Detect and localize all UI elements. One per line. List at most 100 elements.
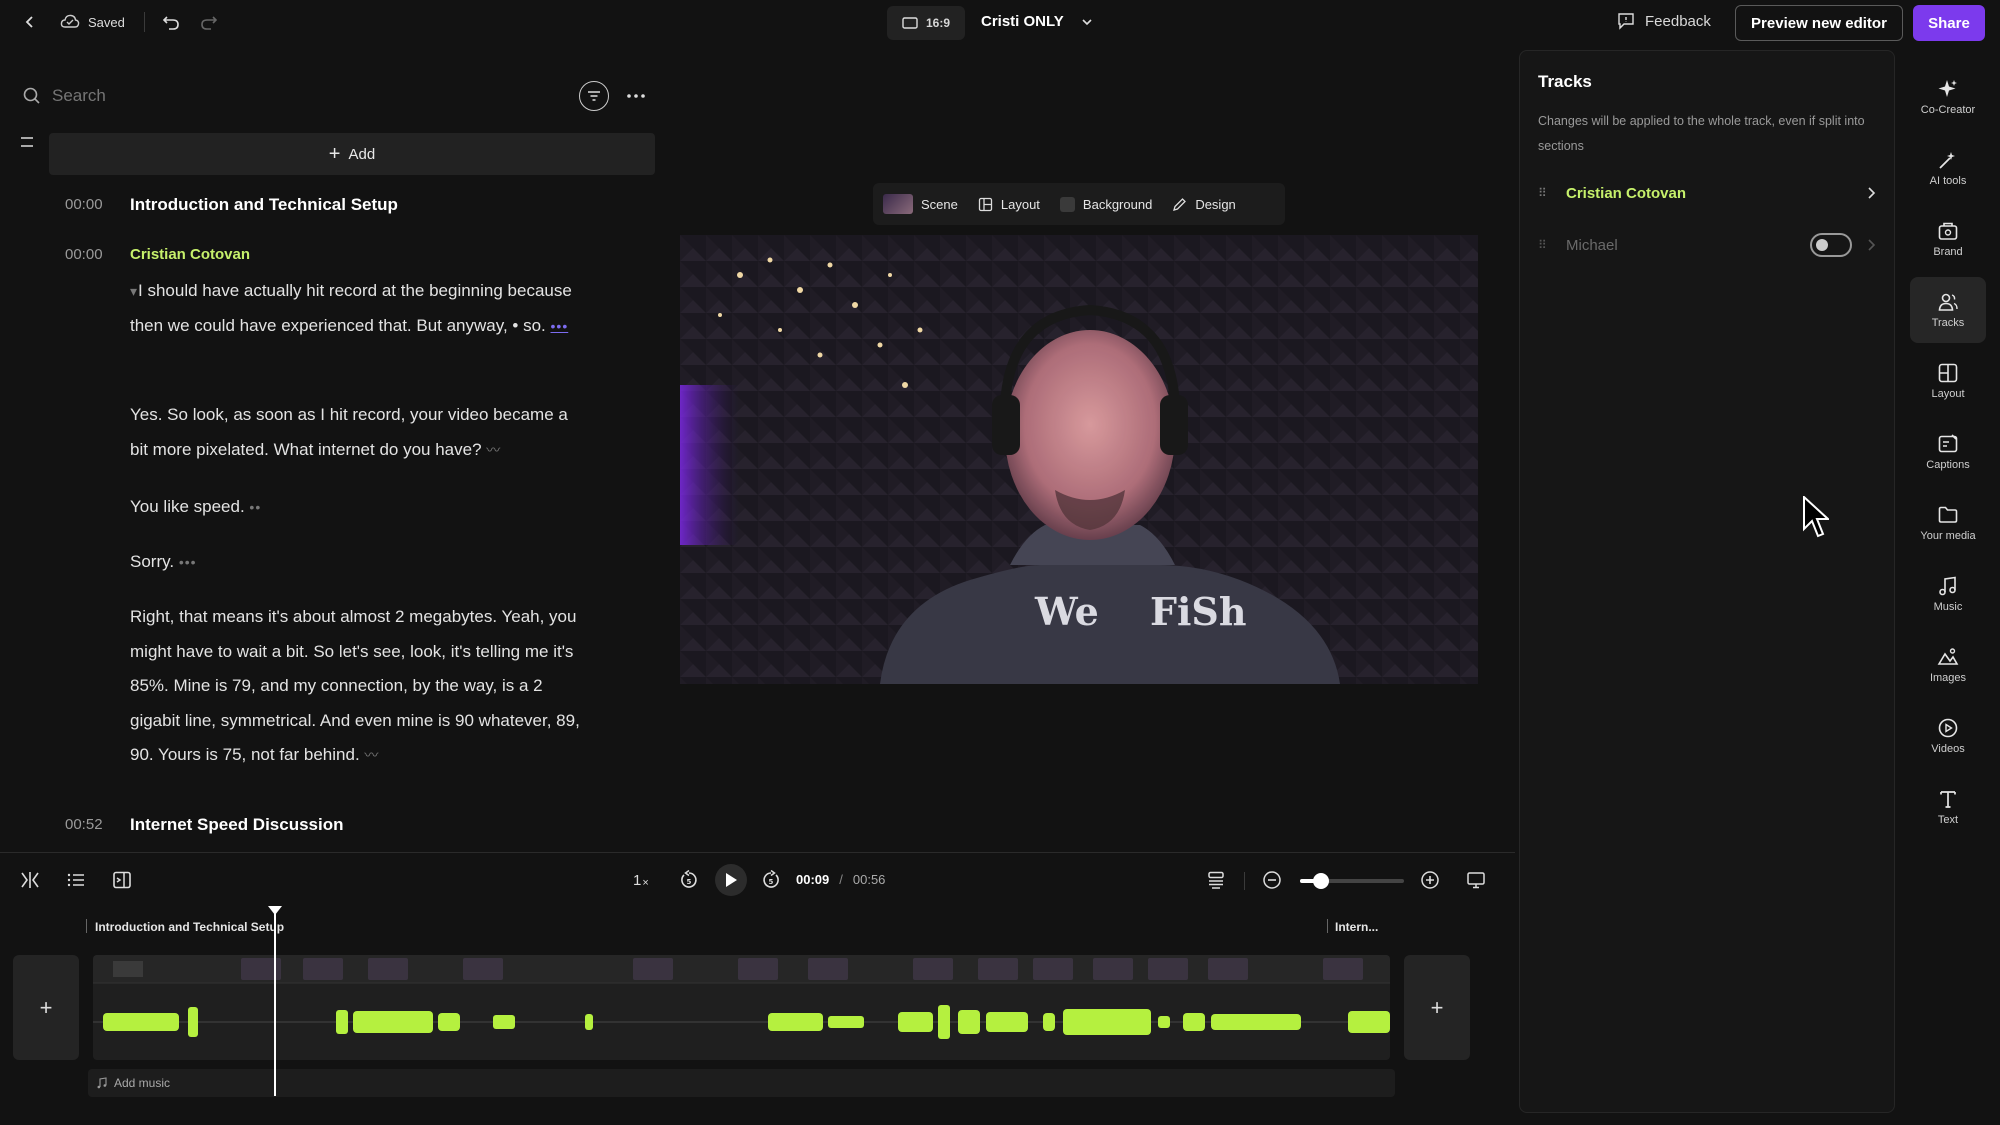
total-time: 00:56 [852, 872, 886, 887]
back-button[interactable] [22, 14, 38, 30]
redo-button[interactable] [199, 12, 219, 32]
track-toggle[interactable] [1810, 233, 1852, 257]
transcript-paragraph[interactable]: Sorry. ••• [130, 545, 590, 580]
display-button[interactable] [1466, 870, 1486, 890]
rail-brand[interactable]: Brand [1910, 206, 1986, 272]
section-heading[interactable]: Internet Speed Discussion [130, 815, 344, 835]
tool-rail: Co-Creator AI tools Brand Tracks Layout … [1900, 50, 2000, 1125]
cursor-arrow-icon [1803, 496, 1829, 538]
rail-co-creator[interactable]: Co-Creator [1910, 64, 1986, 130]
add-clip-after-button[interactable]: + [1404, 955, 1470, 1060]
filter-icon [588, 91, 600, 101]
rail-layout[interactable]: Layout [1910, 348, 1986, 414]
paragraph-text: You like speed. [130, 497, 245, 516]
cloud-check-icon [60, 14, 80, 28]
track-row-michael[interactable]: ⠿ Michael [1538, 225, 1878, 265]
add-music-label: Add music [114, 1076, 171, 1090]
project-selector[interactable]: Cristi ONLY [981, 13, 1094, 30]
background-button[interactable]: Background [1050, 196, 1162, 212]
pause-marker: ••• [550, 317, 569, 334]
rail-tracks[interactable]: Tracks [1910, 277, 1986, 343]
playhead-handle[interactable] [268, 906, 282, 915]
speed-multiplier: × [642, 877, 649, 889]
layout-button[interactable]: Layout [968, 197, 1050, 212]
pencil-icon [1173, 197, 1187, 211]
toggle-knob [1816, 239, 1828, 251]
undo-button[interactable] [161, 12, 181, 32]
pause-marker: •• [249, 499, 262, 515]
playhead[interactable] [268, 906, 282, 1096]
chapter-marker [86, 919, 87, 933]
aspect-ratio-button[interactable]: 16:9 [887, 6, 965, 40]
more-horizontal-icon [627, 94, 645, 98]
monitor-icon [1467, 872, 1485, 889]
zoom-slider[interactable] [1300, 873, 1404, 889]
transcript-paragraph[interactable]: You like speed. •• [130, 490, 590, 525]
drag-handle-icon[interactable]: ⠿ [1538, 186, 1566, 200]
panel-toggle-button[interactable] [112, 870, 132, 890]
play-button[interactable] [715, 864, 747, 896]
zoom-slider-knob[interactable] [1312, 873, 1329, 889]
chevron-left-icon [25, 16, 33, 28]
chapter-label[interactable]: Introduction and Technical Setup [95, 920, 284, 934]
video-track[interactable] [93, 955, 1390, 1060]
rail-ai-tools[interactable]: AI tools [1910, 135, 1986, 201]
timeline-divider [0, 852, 1515, 853]
rail-label: Text [1937, 814, 1959, 826]
rail-label: Tracks [1931, 317, 1965, 329]
zoom-out-button[interactable] [1262, 870, 1282, 890]
rail-music[interactable]: Music [1910, 561, 1986, 627]
forward-5-button[interactable]: 5 [761, 870, 781, 890]
rail-text[interactable]: Text [1910, 774, 1986, 840]
time-display: 00:09 / 00:56 [796, 872, 885, 887]
preview-new-editor-button[interactable]: Preview new editor [1735, 5, 1903, 41]
rewind-5-button[interactable]: 5 [679, 870, 699, 890]
feedback-button[interactable]: Feedback [1617, 12, 1711, 30]
section-timestamp[interactable]: 00:00 [65, 196, 103, 213]
add-button[interactable]: + Add [49, 133, 655, 175]
chapter-label[interactable]: Intern... [1335, 920, 1378, 934]
drag-handle-icon[interactable]: ⠿ [1538, 238, 1566, 252]
list-icon [67, 873, 84, 887]
add-music-row[interactable]: Add music [88, 1069, 1395, 1097]
collapse-toggle[interactable] [20, 134, 34, 150]
track-name: Cristian Cotovan [1566, 184, 1687, 202]
rail-label: Layout [1931, 388, 1965, 400]
tracks-title: Tracks [1538, 72, 1592, 91]
aspect-ratio-label: 16:9 [925, 16, 951, 30]
filter-button[interactable] [579, 81, 609, 111]
section-timestamp[interactable]: 00:52 [65, 816, 103, 833]
captions-toggle-button[interactable] [1206, 870, 1226, 890]
design-button[interactable]: Design [1162, 197, 1245, 212]
transcript-paragraph[interactable]: ▾I should have actually hit record at th… [130, 274, 590, 343]
chapters-button[interactable] [66, 870, 86, 890]
layout-label: Layout [1000, 196, 1040, 212]
split-button[interactable] [19, 870, 41, 890]
aspect-ratio-icon [902, 17, 918, 29]
speed-value: 1 [633, 872, 642, 889]
more-options-button[interactable] [626, 88, 646, 104]
folder-icon [1938, 506, 1958, 523]
add-clip-before-button[interactable]: + [13, 955, 79, 1060]
track-row-cristian[interactable]: ⠿ Cristian Cotovan [1538, 173, 1878, 213]
section-heading[interactable]: Introduction and Technical Setup [130, 195, 398, 215]
rail-your-media[interactable]: Your media [1910, 490, 1986, 556]
rail-captions[interactable]: Captions [1910, 419, 1986, 485]
transcript-paragraph[interactable]: Yes. So look, as soon as I hit record, y… [130, 398, 590, 467]
rail-images[interactable]: Images [1910, 632, 1986, 698]
rail-label: Brand [1933, 246, 1963, 258]
video-preview[interactable]: We FiSh [680, 235, 1478, 684]
scene-button[interactable]: Scene [873, 194, 968, 214]
rail-videos[interactable]: Videos [1910, 703, 1986, 769]
zoom-out-icon [1263, 871, 1281, 889]
transcript-paragraph[interactable]: Right, that means it's about almost 2 me… [130, 600, 590, 773]
speaker-timestamp[interactable]: 00:00 [65, 246, 103, 263]
search-input[interactable] [52, 86, 552, 106]
zoom-in-button[interactable] [1420, 870, 1440, 890]
paragraph-text: Sorry. [130, 552, 175, 571]
speaker-name[interactable]: Cristian Cotovan [130, 246, 250, 263]
playback-speed-button[interactable]: 1 × [633, 872, 649, 889]
rail-label: Co-Creator [1920, 104, 1976, 116]
background-swatch [1059, 196, 1075, 212]
share-button[interactable]: Share [1913, 5, 1985, 41]
